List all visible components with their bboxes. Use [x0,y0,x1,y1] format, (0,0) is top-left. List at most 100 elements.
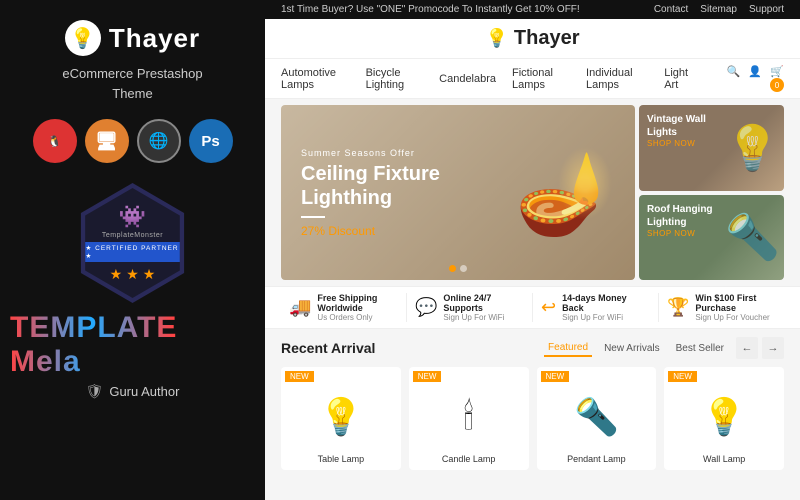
product-3-badge: NEW [541,371,570,382]
product-2-image: 🕯 [409,382,529,452]
nav-item-lightart[interactable]: Light Art [664,67,694,91]
template-monster-badge: 👾 TemplateMonster ★ CERTIFIED PARTNER ★ … [73,183,193,303]
tech-icon-screen: 🖥 [85,119,129,163]
tech-icon-penguin: 🐧 [33,119,77,163]
sidebar-subtitle: eCommerce PrestashopTheme [62,64,202,103]
tech-icon-joomla: 🌐 [137,119,181,163]
topbar-support[interactable]: Support [749,4,784,15]
next-button[interactable]: → [762,337,784,359]
template-mela-label: TEMPLATE Mela [10,311,255,379]
hero-side-card-1[interactable]: 💡 Vintage WallLights SHOP NOW [639,105,784,191]
sidebar: 💡 Thayer eCommerce PrestashopTheme 🐧 🖥 🌐… [0,0,265,500]
product-4-badge: NEW [668,371,697,382]
tech-icons-row: 🐧 🖥 🌐 Ps [33,119,233,163]
feature-support: 💬 Online 24/7 Supports Sign Up For WiFi [407,293,533,322]
returns-icon: ↩ [541,297,556,318]
side-card-2-text: Roof HangingLighting SHOP NOW [647,203,713,238]
feature-support-title: Online 24/7 Supports [443,293,524,313]
product-grid: NEW 💡 Table Lamp NEW 🕯 Candle Lamp NEW 🔦… [281,367,784,470]
feature-shipping: 🚚 Free Shipping Worldwide Us Orders Only [281,293,407,322]
recent-nav: ← → [736,337,784,359]
feature-prize: 🏆 Win $100 First Purchase Sign Up For Vo… [659,293,784,322]
nav-icons: 🔍 👤 🛒0 [727,65,784,92]
header-bulb-icon: 💡 [485,28,507,49]
side-card-1-text: Vintage WallLights SHOP NOW [647,113,706,148]
product-1-badge: NEW [285,371,314,382]
hero-divider [301,216,325,218]
prev-button[interactable]: ← [736,337,758,359]
nav-item-candelabra[interactable]: Candelabra [439,73,496,85]
product-2-name: Candle Lamp [409,452,529,466]
nav-item-fictional[interactable]: Fictional Lamps [512,67,570,91]
nav-item-bicycle[interactable]: Bicycle Lighting [366,67,424,91]
topbar-promo: 1st Time Buyer? Use "ONE" Promocode To I… [281,4,580,15]
feature-prize-sub: Sign Up For Voucher [695,313,776,322]
user-icon[interactable]: 👤 [748,65,762,92]
recent-arrivals-header: Recent Arrival Featured New Arrivals Bes… [281,337,784,359]
feature-shipping-sub: Us Orders Only [317,313,398,322]
hero-lamp-image: 🪔 [515,146,615,240]
features-bar: 🚚 Free Shipping Worldwide Us Orders Only… [265,286,800,329]
search-icon[interactable]: 🔍 [727,65,741,92]
header-logo[interactable]: 💡 Thayer [485,27,579,50]
guru-author-row: 🛡 Guru Author [86,383,180,400]
tech-icon-ps: Ps [189,119,233,163]
hero-title-line2: Lighthing [301,187,392,209]
hero-title-line1: Ceiling Fixture [301,163,440,185]
sidebar-logo-text: Thayer [109,23,200,54]
cart-icon[interactable]: 🛒0 [770,65,784,92]
hero-side-cards: 💡 Vintage WallLights SHOP NOW 🔦 Roof Han… [639,105,784,280]
cart-count: 0 [770,78,784,92]
feature-returns-title: 14-days Money Back [562,293,650,313]
product-4-image: 💡 [664,382,784,452]
topbar-contact[interactable]: Contact [654,4,688,15]
product-1-name: Table Lamp [281,452,401,466]
hero-section: Summer Seasons Offer Ceiling Fixture Lig… [265,99,800,286]
navigation: Automotive Lamps Bicycle Lighting Candel… [265,59,800,99]
hero-dots [449,265,467,272]
product-card-3[interactable]: NEW 🔦 Pendant Lamp [537,367,657,470]
sidebar-logo: 💡 Thayer [65,20,200,56]
tab-best-seller[interactable]: Best Seller [672,341,728,356]
monster-face-icon: 👾 [119,204,146,230]
support-icon: 💬 [415,297,437,318]
hero-title: Ceiling Fixture Lighthing [301,162,440,210]
side-card-2-lamp-icon: 🔦 [725,211,784,263]
hero-content: Summer Seasons Offer Ceiling Fixture Lig… [281,132,460,254]
nav-item-individual[interactable]: Individual Lamps [586,67,648,91]
recent-arrivals-title: Recent Arrival [281,340,375,356]
hero-side-card-2[interactable]: 🔦 Roof HangingLighting SHOP NOW [639,195,784,281]
recent-arrivals-section: Recent Arrival Featured New Arrivals Bes… [265,329,800,500]
product-4-name: Wall Lamp [664,452,784,466]
logo-bulb-icon: 💡 [65,20,101,56]
side-card-2-title: Roof HangingLighting [647,203,713,229]
feature-shipping-title: Free Shipping Worldwide [317,293,398,313]
side-card-2-link[interactable]: SHOP NOW [647,229,713,238]
feature-support-sub: Sign Up For WiFi [443,313,524,322]
product-1-image: 💡 [281,382,401,452]
tab-new-arrivals[interactable]: New Arrivals [600,341,664,356]
product-card-4[interactable]: NEW 💡 Wall Lamp [664,367,784,470]
template-monster-label: TemplateMonster [102,232,163,239]
feature-returns: ↩ 14-days Money Back Sign Up For WiFi [533,293,659,322]
guru-author-label: Guru Author [109,384,179,399]
prize-icon: 🏆 [667,297,689,318]
hero-discount: 27% Discount [301,224,440,238]
product-3-image: 🔦 [537,382,657,452]
product-3-name: Pendant Lamp [537,452,657,466]
certified-partner-banner: ★ CERTIFIED PARTNER ★ [78,242,188,262]
hero-dot-1[interactable] [449,265,456,272]
side-card-1-link[interactable]: SHOP NOW [647,139,706,148]
product-card-1[interactable]: NEW 💡 Table Lamp [281,367,401,470]
nav-item-automotive[interactable]: Automotive Lamps [281,67,350,91]
recent-tabs: Featured New Arrivals Best Seller ← → [544,337,784,359]
side-card-1-lamp-icon: 💡 [725,122,784,174]
topbar-sitemap[interactable]: Sitemap [700,4,737,15]
hero-season-label: Summer Seasons Offer [301,148,440,158]
product-card-2[interactable]: NEW 🕯 Candle Lamp [409,367,529,470]
shipping-icon: 🚚 [289,297,311,318]
main-content: 1st Time Buyer? Use "ONE" Promocode To I… [265,0,800,500]
hero-dot-2[interactable] [460,265,467,272]
tab-featured[interactable]: Featured [544,340,592,357]
topbar: 1st Time Buyer? Use "ONE" Promocode To I… [265,0,800,19]
